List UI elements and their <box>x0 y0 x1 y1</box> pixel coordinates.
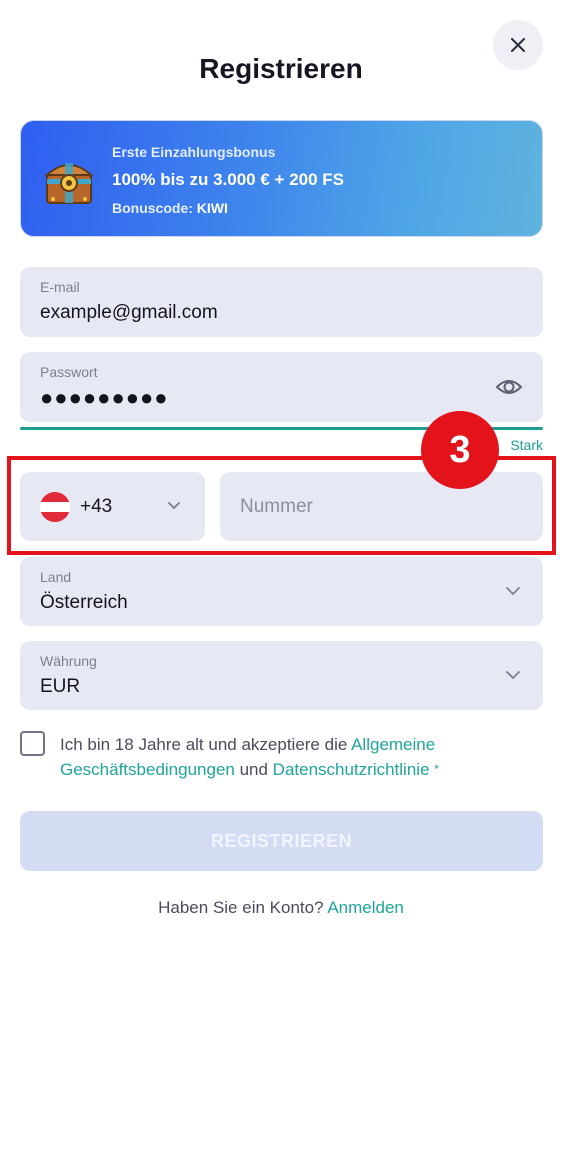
password-value: ●●●●●●●●● <box>40 385 169 410</box>
email-field[interactable]: E-mail example@gmail.com <box>20 267 543 337</box>
chevron-down-icon <box>506 587 520 596</box>
country-label: Land <box>40 569 72 585</box>
currency-value: EUR <box>40 676 81 697</box>
required-marker: * <box>434 762 439 776</box>
currency-select[interactable]: Währung EUR <box>20 641 543 710</box>
close-icon <box>511 38 525 52</box>
privacy-link[interactable]: Datenschutzrichtlinie <box>273 760 430 779</box>
currency-label: Währung <box>40 653 97 669</box>
email-value: example@gmail.com <box>40 302 218 323</box>
password-strength-label: Stark <box>510 437 543 453</box>
terms-prefix: Ich bin 18 Jahre alt und akzeptiere die <box>60 735 352 754</box>
terms-text: Ich bin 18 Jahre alt und akzeptiere die … <box>60 732 530 782</box>
password-label: Passwort <box>40 364 98 380</box>
bonus-code: Bonuscode: KIWI <box>112 200 228 216</box>
bonus-subtitle: Erste Einzahlungsbonus <box>112 144 276 160</box>
terms-middle: und <box>234 760 273 779</box>
login-prompt: Haben Sie ein Konto? Anmelden <box>0 898 562 918</box>
country-select[interactable]: Land Österreich <box>20 557 543 626</box>
email-label: E-mail <box>40 279 80 295</box>
login-question: Haben Sie ein Konto? <box>158 898 328 917</box>
chevron-down-icon <box>506 671 520 680</box>
step-badge: 3 <box>421 411 499 489</box>
page-title: Registrieren <box>199 53 363 84</box>
country-value: Österreich <box>40 592 128 613</box>
bonus-offer: 100% bis zu 3.000 € + 200 FS <box>112 170 344 189</box>
login-link[interactable]: Anmelden <box>327 898 404 917</box>
register-button[interactable]: REGISTRIEREN <box>20 811 543 871</box>
terms-checkbox[interactable] <box>20 731 45 756</box>
bonus-code-label: Bonuscode: <box>112 200 197 216</box>
bonus-code-value: KIWI <box>196 200 228 216</box>
treasure-chest-icon <box>44 163 94 204</box>
eye-icon[interactable] <box>495 374 523 400</box>
bonus-banner[interactable]: Erste Einzahlungsbonus 100% bis zu 3.000… <box>20 120 543 237</box>
